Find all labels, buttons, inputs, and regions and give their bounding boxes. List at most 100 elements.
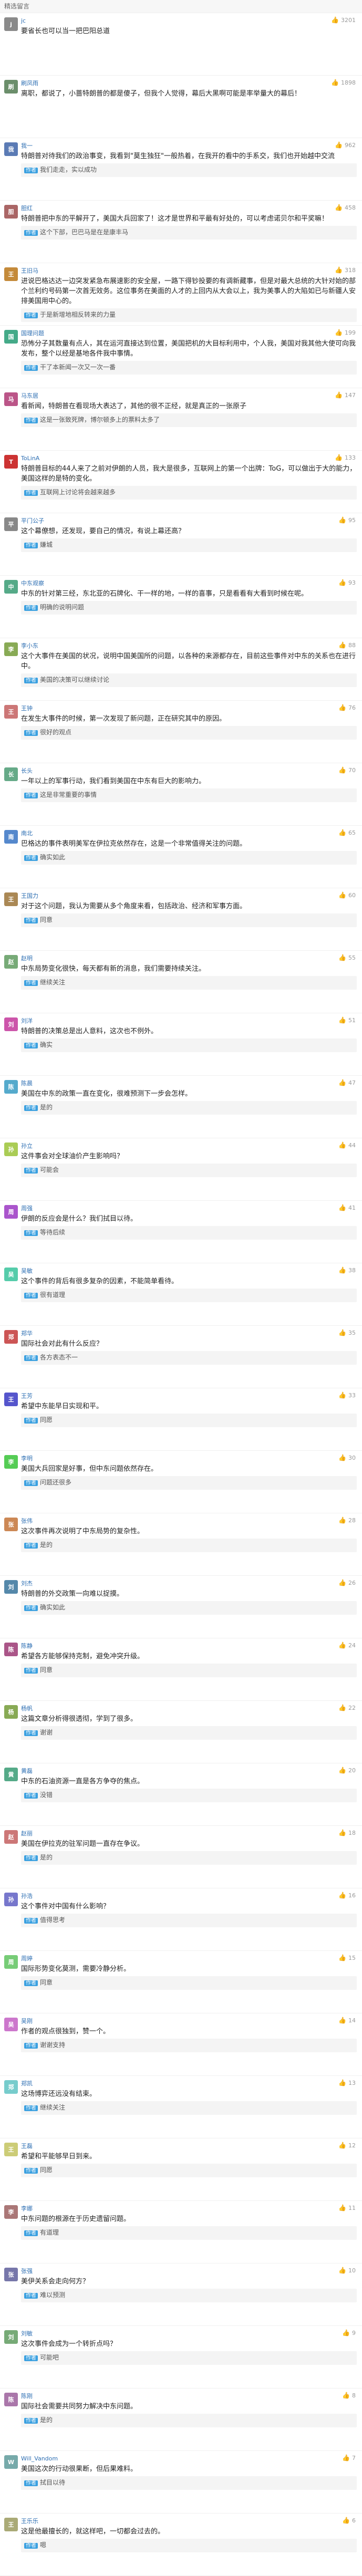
like-button[interactable]: 👍 22 [338, 1704, 356, 1711]
comment-author[interactable]: 黄磊 [21, 1767, 33, 1775]
avatar[interactable]: j [4, 17, 18, 31]
like-button[interactable]: 👍 41 [338, 1204, 356, 1211]
like-button[interactable]: 👍 70 [338, 766, 356, 774]
comment-author[interactable]: 陈刚 [21, 2392, 33, 2400]
comment-author[interactable]: 李小东 [21, 641, 38, 650]
comment-author[interactable]: 王芳 [21, 1391, 33, 1400]
like-button[interactable]: 👍 12 [338, 2142, 356, 2149]
avatar[interactable]: 平 [4, 517, 18, 531]
comment-author[interactable]: 李娜 [21, 2204, 33, 2213]
like-button[interactable]: 👍 3201 [331, 16, 356, 24]
comment-author[interactable]: 张强 [21, 2267, 33, 2275]
comment-author[interactable]: 郑华 [21, 1329, 33, 1337]
avatar[interactable]: 李 [4, 2205, 18, 2219]
like-button[interactable]: 👍 318 [335, 266, 356, 274]
comment-author[interactable]: 马东居 [21, 391, 38, 400]
avatar[interactable]: 国 [4, 330, 18, 344]
like-button[interactable]: 👍 962 [335, 141, 356, 149]
like-button[interactable]: 👍 9 [342, 2329, 356, 2336]
avatar[interactable]: 陈 [4, 1080, 18, 1094]
like-button[interactable]: 👍 55 [338, 954, 356, 961]
like-button[interactable]: 👍 26 [338, 1579, 356, 1586]
comment-author[interactable]: 陈晨 [21, 1079, 33, 1087]
like-button[interactable]: 👍 51 [338, 1016, 356, 1024]
like-button[interactable]: 👍 7 [342, 2454, 356, 2461]
like-button[interactable]: 👍 16 [338, 1892, 356, 1899]
comment-author[interactable]: ToLinA [21, 455, 39, 462]
comment-author[interactable]: jc [21, 17, 26, 24]
avatar[interactable]: 刘 [4, 1017, 18, 1031]
avatar[interactable]: 黄 [4, 1768, 18, 1781]
avatar[interactable]: 我 [4, 142, 18, 156]
like-button[interactable]: 👍 13 [338, 2079, 356, 2086]
like-button[interactable]: 👍 10 [338, 2267, 356, 2274]
avatar[interactable]: 刘 [4, 1580, 18, 1594]
avatar[interactable]: 张 [4, 1518, 18, 1531]
avatar[interactable]: 刷 [4, 80, 18, 94]
avatar[interactable]: 郑 [4, 2080, 18, 2094]
avatar[interactable]: 王 [4, 2518, 18, 2531]
avatar[interactable]: 赵 [4, 955, 18, 969]
comment-author[interactable]: 刷凤雨 [21, 79, 38, 87]
comment-author[interactable]: Will_Vandom [21, 2455, 58, 2462]
avatar[interactable]: 吴 [4, 1268, 18, 1281]
comment-author[interactable]: 长头 [21, 766, 33, 775]
comment-author[interactable]: 王国力 [21, 891, 38, 900]
comment-author[interactable]: 刘洋 [21, 1016, 33, 1025]
like-button[interactable]: 👍 15 [338, 1954, 356, 1961]
like-button[interactable]: 👍 93 [338, 579, 356, 586]
comment-author[interactable]: 中东观察 [21, 579, 44, 587]
comment-author[interactable]: 胆红 [21, 204, 33, 212]
avatar[interactable]: 王 [4, 2143, 18, 2156]
comment-author[interactable]: 吴敏 [21, 1266, 33, 1275]
like-button[interactable]: 👍 60 [338, 891, 356, 899]
like-button[interactable]: 👍 44 [338, 1141, 356, 1149]
avatar[interactable]: 长 [4, 767, 18, 781]
avatar[interactable]: 孙 [4, 1142, 18, 1156]
comment-author[interactable]: 赵丽 [21, 1829, 33, 1837]
avatar[interactable]: 南 [4, 830, 18, 844]
like-button[interactable]: 👍 8 [342, 2392, 356, 2399]
comment-author[interactable]: 孙立 [21, 1141, 33, 1150]
avatar[interactable]: 李 [4, 1455, 18, 1469]
avatar[interactable]: 周 [4, 1955, 18, 1969]
avatar[interactable]: 王 [4, 1393, 18, 1406]
like-button[interactable]: 👍 47 [338, 1079, 356, 1086]
comment-author[interactable]: 李明 [21, 1454, 33, 1462]
like-button[interactable]: 👍 18 [338, 1829, 356, 1836]
avatar[interactable]: 马 [4, 392, 18, 406]
like-button[interactable]: 👍 133 [335, 454, 356, 461]
like-button[interactable]: 👍 1898 [331, 79, 356, 86]
avatar[interactable]: 刘 [4, 2330, 18, 2344]
avatar[interactable]: 张 [4, 2268, 18, 2281]
comment-author[interactable]: 杨帆 [21, 1704, 33, 1712]
avatar[interactable]: 胆 [4, 205, 18, 219]
comment-author[interactable]: 我一 [21, 141, 33, 150]
comment-author[interactable]: 王钟 [21, 704, 33, 712]
comment-author[interactable]: 国理问题 [21, 329, 44, 337]
like-button[interactable]: 👍 88 [338, 641, 356, 649]
comment-author[interactable]: 王磊 [21, 2142, 33, 2150]
avatar[interactable]: 郑 [4, 1330, 18, 1344]
avatar[interactable]: 王 [4, 705, 18, 719]
avatar[interactable]: 陈 [4, 1643, 18, 1656]
like-button[interactable]: 👍 76 [338, 704, 356, 711]
avatar[interactable]: 陈 [4, 2393, 18, 2406]
like-button[interactable]: 👍 14 [338, 2017, 356, 2024]
like-button[interactable]: 👍 147 [335, 391, 356, 399]
comment-author[interactable]: 刘杰 [21, 1579, 33, 1587]
comment-author[interactable]: 张伟 [21, 1516, 33, 1525]
like-button[interactable]: 👍 458 [335, 204, 356, 211]
like-button[interactable]: 👍 30 [338, 1454, 356, 1461]
comment-author[interactable]: 赵明 [21, 954, 33, 962]
like-button[interactable]: 👍 20 [338, 1767, 356, 1774]
like-button[interactable]: 👍 24 [338, 1642, 356, 1649]
avatar[interactable]: T [4, 455, 18, 469]
like-button[interactable]: 👍 33 [338, 1391, 356, 1399]
avatar[interactable]: 王 [4, 892, 18, 906]
comment-author[interactable]: 南北 [21, 829, 33, 837]
comment-author[interactable]: 郑凯 [21, 2079, 33, 2087]
avatar[interactable]: 王 [4, 267, 18, 281]
avatar[interactable]: 中 [4, 580, 18, 594]
comment-author[interactable]: 平门公子 [21, 516, 44, 525]
